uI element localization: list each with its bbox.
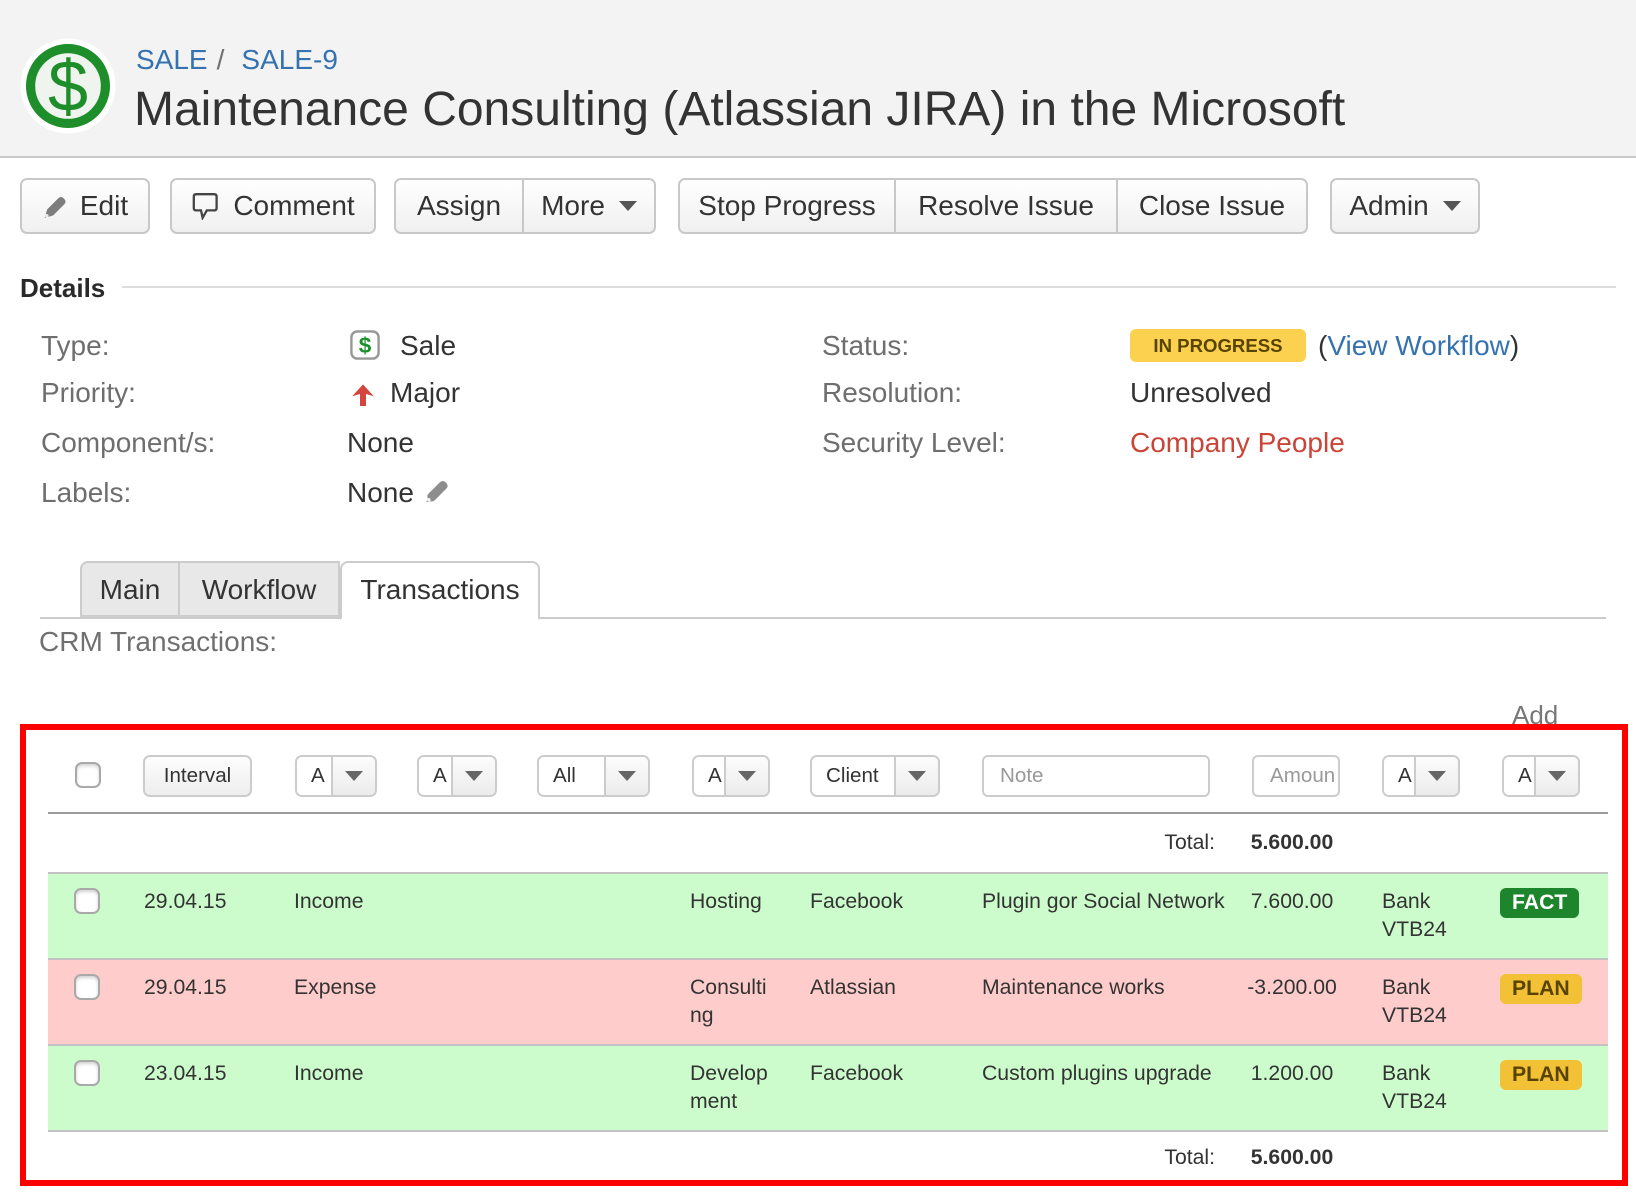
- svg-text:$: $: [359, 333, 372, 358]
- svg-text:$: $: [48, 47, 88, 127]
